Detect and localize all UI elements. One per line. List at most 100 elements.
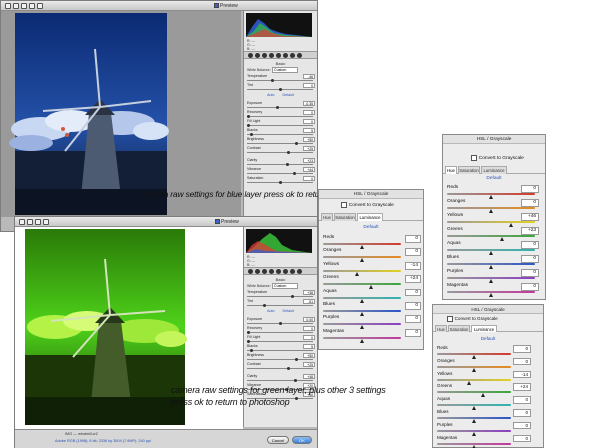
crop-icon[interactable] xyxy=(29,3,35,9)
slider-value-field[interactable]: +25 xyxy=(303,362,315,367)
detail-icon[interactable] xyxy=(262,53,267,58)
camera-calibration-icon[interactable] xyxy=(290,269,295,274)
hsl-slider-aquas[interactable]: Aquas 0 xyxy=(443,241,545,255)
slider-track[interactable] xyxy=(247,164,313,165)
white-balance-icon[interactable] xyxy=(35,219,41,225)
slider-value-field[interactable]: 5 xyxy=(303,128,315,133)
white-balance-select[interactable]: Custom xyxy=(272,283,298,289)
hsl-slider-value[interactable]: +24 xyxy=(405,275,421,283)
slider-track[interactable] xyxy=(247,341,313,342)
slider-knob[interactable] xyxy=(291,295,295,298)
hsl-slider-value[interactable]: 0 xyxy=(513,434,531,443)
slider-temperature[interactable]: Temperature +38 xyxy=(246,290,315,299)
tab-hue[interactable]: Hue xyxy=(445,166,457,174)
tab-luminance[interactable]: Luminance xyxy=(357,213,383,221)
slider-fill-light[interactable]: Fill Light 0 xyxy=(246,335,315,344)
hsl-slider-greens[interactable]: Greens +24 xyxy=(433,383,543,398)
hand-icon[interactable] xyxy=(13,3,19,9)
hsl-slider-value[interactable]: 0 xyxy=(521,283,539,291)
hsl-slider-yellows[interactable]: Yellows -14 xyxy=(319,261,423,276)
zoom-icon[interactable] xyxy=(5,3,11,9)
tone-curve-icon[interactable] xyxy=(255,53,260,58)
slider-knob[interactable] xyxy=(295,142,298,145)
tab-saturation[interactable]: Saturation xyxy=(458,166,480,174)
slider-value-field[interactable]: +25 xyxy=(303,146,315,151)
slider-knob[interactable] xyxy=(247,124,250,127)
slider-track[interactable] xyxy=(247,107,313,108)
slider-track[interactable] xyxy=(247,368,313,369)
auto-link[interactable]: Auto xyxy=(267,309,274,313)
default-link[interactable]: Default xyxy=(283,309,294,313)
slider-knob[interactable] xyxy=(293,172,297,175)
lens-icon[interactable] xyxy=(283,269,288,274)
hsl-slider-reds[interactable]: Reds 0 xyxy=(433,345,543,359)
slider-value-field[interactable]: +38 xyxy=(303,290,315,295)
tab-hue[interactable]: Hue xyxy=(321,213,333,221)
hsl-slider-knob[interactable] xyxy=(489,293,493,297)
slider-value-field[interactable]: +50 xyxy=(303,137,315,142)
hsl-slider-reds[interactable]: Reds 0 xyxy=(443,185,545,199)
slider-knob[interactable] xyxy=(247,331,250,334)
slider-value-field[interactable]: +50 xyxy=(303,353,315,358)
convert-to-grayscale-checkbox[interactable]: Convert to Grayscale xyxy=(447,316,498,322)
hsl-slider-magentas[interactable]: Magentas 0 xyxy=(433,434,543,448)
slider-track[interactable] xyxy=(247,152,313,153)
hsl-slider-blues[interactable]: Blues 0 xyxy=(433,409,543,423)
slider-knob[interactable] xyxy=(250,349,254,352)
slider-value-field[interactable]: 0 xyxy=(303,326,315,331)
hsl-slider-value[interactable]: 0 xyxy=(521,269,539,277)
workflow-options-link[interactable]: Adobe RGB (1998); 8 bit; 2336 by 3504 (7… xyxy=(55,439,151,443)
hsl-slider-knob[interactable] xyxy=(472,444,476,448)
hsl-slider-value[interactable]: 0 xyxy=(405,302,421,310)
hsl-slider-purples[interactable]: Purples 0 xyxy=(319,315,423,330)
default-link[interactable]: Default xyxy=(433,336,543,341)
hsl-slider-value[interactable]: +46 xyxy=(521,213,539,221)
hsl-slider-track[interactable] xyxy=(437,391,511,394)
slider-temperature[interactable]: Temperature -46 xyxy=(246,74,315,83)
hsl-slider-reds[interactable]: Reds 0 xyxy=(319,235,423,249)
preview-checkbox[interactable]: Preview xyxy=(215,218,239,226)
default-link[interactable]: Default xyxy=(443,176,545,181)
presets-icon[interactable] xyxy=(297,269,302,274)
slider-knob[interactable] xyxy=(294,379,298,382)
slider-exposure[interactable]: Exposure -0.35 xyxy=(246,101,315,110)
slider-value-field[interactable]: 5 xyxy=(303,344,315,349)
hsl-slider-value[interactable]: 0 xyxy=(405,235,421,243)
hsl-slider-purples[interactable]: Purples 0 xyxy=(433,421,543,436)
hsl-slider-value[interactable]: +23 xyxy=(521,227,539,235)
hsl-icon[interactable] xyxy=(269,53,274,58)
hsl-slider-value[interactable]: 0 xyxy=(405,328,421,337)
slider-knob[interactable] xyxy=(247,340,250,343)
slider-value-field[interactable]: 0 xyxy=(303,110,315,115)
split-toning-icon[interactable] xyxy=(276,269,281,274)
hsl-slider-oranges[interactable]: Oranges 0 xyxy=(443,199,545,213)
hsl-slider-value[interactable]: 0 xyxy=(513,396,531,404)
hsl-slider-oranges[interactable]: Oranges 0 xyxy=(319,248,423,263)
slider-knob[interactable] xyxy=(279,181,282,184)
slider-value-field[interactable]: 0.00 xyxy=(303,317,315,322)
rotate-left-icon[interactable] xyxy=(37,3,43,9)
slider-track[interactable] xyxy=(247,80,313,81)
slider-tint[interactable]: Tint -51 xyxy=(246,299,315,308)
hsl-slider-value[interactable]: -14 xyxy=(405,261,421,270)
hsl-slider-track[interactable] xyxy=(447,221,535,223)
slider-blacks[interactable]: Blacks 5 xyxy=(246,344,315,353)
slider-vibrance[interactable]: Vibrance +44 xyxy=(246,167,315,176)
slider-knob[interactable] xyxy=(250,133,254,136)
hsl-slider-track[interactable] xyxy=(323,269,401,272)
tone-curve-icon[interactable] xyxy=(255,269,260,274)
slider-value-field[interactable]: 0 xyxy=(303,119,315,124)
hsl-slider-value[interactable]: 0 xyxy=(521,199,539,207)
slider-knob[interactable] xyxy=(286,163,290,166)
slider-brightness[interactable]: Brightness +50 xyxy=(246,353,315,362)
hsl-slider-value[interactable]: 0 xyxy=(521,185,539,193)
convert-to-grayscale-checkbox[interactable]: Convert to Grayscale xyxy=(471,155,524,161)
slider-contrast[interactable]: Contrast +25 xyxy=(246,362,315,371)
hand-icon[interactable] xyxy=(27,219,33,225)
slider-tint[interactable]: Tint 0 xyxy=(246,83,315,92)
hsl-slider-magentas[interactable]: Magentas 0 xyxy=(443,283,545,297)
basic-panel-icon[interactable] xyxy=(248,53,253,58)
presets-icon[interactable] xyxy=(297,53,302,58)
hsl-icon[interactable] xyxy=(269,269,274,274)
slider-track[interactable] xyxy=(247,380,313,381)
